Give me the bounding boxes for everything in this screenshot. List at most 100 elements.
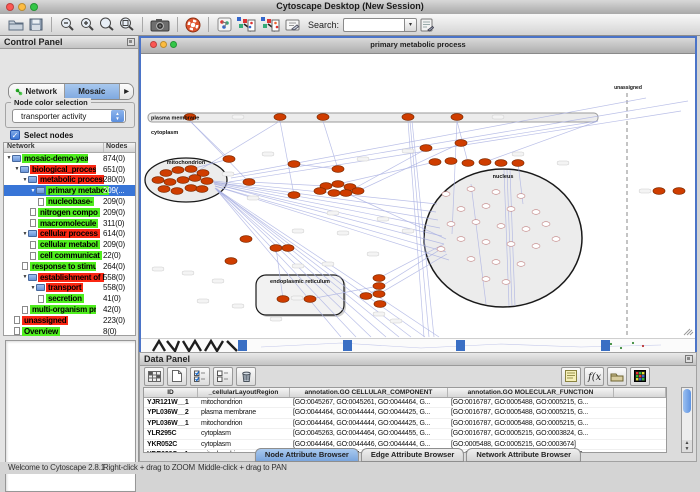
tab-edge-attribute-browser[interactable]: Edge Attribute Browser xyxy=(361,448,464,462)
tree-row-label: unassigned xyxy=(22,316,68,325)
table-row[interactable]: YPL036W__1mitochondrion[GO:0044464, GO:0… xyxy=(144,419,666,429)
snapshot-button[interactable] xyxy=(148,15,172,35)
tree-row[interactable]: ▼cellular process614(0) xyxy=(4,229,135,240)
tab-mosaic[interactable]: Mosaic xyxy=(65,84,121,99)
delete-attribute-button[interactable] xyxy=(236,367,256,386)
cytoscape-desktop: { "window": { "title": "Cytoscape Deskto… xyxy=(0,0,700,474)
tree-row[interactable]: unassigned223(0) xyxy=(4,315,135,326)
svg-text:f(x): f(x) xyxy=(587,372,601,382)
search-input[interactable] xyxy=(343,18,404,32)
scrollbar-thumb[interactable] xyxy=(683,389,691,413)
data-panel-toolbar: f(x) xyxy=(140,365,696,387)
tree-row[interactable]: Overview8(0) xyxy=(4,326,135,337)
toolbar-separator xyxy=(142,17,143,32)
table-cell: [GO:0045267, GO:0045261, GO:0044464, G..… xyxy=(290,398,448,407)
zoom-selected-button[interactable] xyxy=(97,15,117,35)
matrix-button[interactable] xyxy=(630,367,650,386)
scrollbar-arrows[interactable]: ▲▼ xyxy=(682,440,692,452)
tree-row[interactable]: ▼metabolic process280(0) xyxy=(4,175,135,186)
select-nodes-checkbox[interactable]: ✓ xyxy=(10,130,20,140)
tree-column-network[interactable]: Network xyxy=(7,143,35,150)
network-canvas[interactable]: plasma membranecytoplasmmitochondrionnuc… xyxy=(141,54,695,338)
tree-row-label: primary metabol xyxy=(46,186,109,195)
tree-row[interactable]: multi-organism pro 42(0) xyxy=(4,304,135,315)
tree-row[interactable]: cell communicat22(0) xyxy=(4,250,135,261)
tree-row[interactable]: ▼transport558(0) xyxy=(4,283,135,294)
control-panel-title: Control Panel xyxy=(4,37,63,47)
table-row[interactable]: YLR295Ccytoplasm[GO:0045263, GO:0044464,… xyxy=(144,429,666,439)
svg-text:cytoplasm: cytoplasm xyxy=(151,130,178,136)
tree-row[interactable]: response to stimul264(0) xyxy=(4,261,135,272)
tab-network-attribute-browser[interactable]: Network Attribute Browser xyxy=(466,448,581,462)
function-builder-button[interactable]: f(x) xyxy=(584,367,604,386)
tab-network[interactable]: Network xyxy=(9,84,65,99)
attribute-grid-button[interactable] xyxy=(144,367,164,386)
tree-row-count: 42(0) xyxy=(103,305,121,314)
tree-row[interactable]: ▼mosaic-demo-yeast874(0) xyxy=(4,153,135,164)
zoom-out-button[interactable] xyxy=(57,15,77,35)
tree-row[interactable]: secretion41(0) xyxy=(4,293,135,304)
notes-button[interactable] xyxy=(561,367,581,386)
attribute-table-header: ID _cellularLayoutRegion annotation.GO C… xyxy=(144,388,666,398)
tree-row[interactable]: nitrogen compo209(0) xyxy=(4,207,135,218)
tree-row-count: 209(0) xyxy=(103,197,125,206)
folder-icon xyxy=(12,155,21,162)
data-panel-title: Data Panel xyxy=(144,354,190,364)
node-color-dropdown[interactable]: transporter activity ▲▼ xyxy=(12,109,126,123)
column-header-molecular-function[interactable]: annotation.GO MOLECULAR_FUNCTION xyxy=(448,388,614,397)
svg-text:endoplasmic reticulum: endoplasmic reticulum xyxy=(270,279,330,285)
tree-row[interactable]: macromolecule311(0) xyxy=(4,218,135,229)
float-panel-icon[interactable] xyxy=(127,38,135,46)
save-session-button[interactable] xyxy=(26,15,46,35)
tree-row-count: 22(0) xyxy=(103,251,121,260)
layout-apply-button[interactable] xyxy=(258,15,282,35)
window-titlebar: Cytoscape Desktop (New Session) xyxy=(0,0,700,15)
new-attribute-button[interactable] xyxy=(167,367,187,386)
network-graph: plasma membranecytoplasmmitochondrionnuc… xyxy=(141,54,695,338)
float-data-panel-icon[interactable] xyxy=(685,355,693,363)
table-scrollbar[interactable]: ▲▼ xyxy=(681,387,693,453)
table-row[interactable]: YJR121W__1mitochondrion[GO:0045267, GO:0… xyxy=(144,398,666,408)
zoom-fit-button[interactable] xyxy=(117,15,137,35)
tree-row[interactable]: ▼establishment of lo558(0) xyxy=(4,272,135,283)
search-dropdown-arrow[interactable]: ▾ xyxy=(404,18,417,32)
tree-row[interactable]: ▼biological_process651(0) xyxy=(4,164,135,175)
network-tab-icon xyxy=(15,88,23,96)
tree-row[interactable]: nucleobase-209(0) xyxy=(4,196,135,207)
tree-row[interactable]: cellular metabol209(0) xyxy=(4,239,135,250)
document-icon xyxy=(30,241,36,249)
advanced-search-button[interactable] xyxy=(417,15,437,35)
tree-row-count: 874(0) xyxy=(103,154,125,163)
vizmapper-button[interactable] xyxy=(214,15,234,35)
column-header-cellular-component[interactable]: annotation.GO CELLULAR_COMPONENT xyxy=(290,388,448,397)
document-icon xyxy=(22,306,28,314)
document-icon xyxy=(14,327,20,335)
column-header-region[interactable]: _cellularLayoutRegion xyxy=(198,388,290,397)
unselect-attributes-button[interactable] xyxy=(213,367,233,386)
column-header-filler xyxy=(614,388,666,397)
column-header-id[interactable]: ID xyxy=(144,388,198,397)
tree-row-count: 41(0) xyxy=(103,294,121,303)
tree-column-nodes[interactable]: Nodes xyxy=(103,143,127,152)
tab-overflow-arrow[interactable]: ▶ xyxy=(120,84,133,99)
svg-text:plasma membrane: plasma membrane xyxy=(151,116,199,122)
help-button[interactable] xyxy=(183,15,203,35)
background-window-strip xyxy=(141,338,695,352)
folder-icon xyxy=(28,176,37,183)
tab-node-attribute-browser[interactable]: Node Attribute Browser xyxy=(255,448,359,462)
table-cell xyxy=(614,408,666,417)
annotation-button[interactable] xyxy=(282,15,302,35)
table-row[interactable]: YPL036W__2plasma membrane[GO:0044464, GO… xyxy=(144,408,666,418)
zoom-in-button[interactable] xyxy=(77,15,97,35)
tree-row-count: 651(0) xyxy=(103,165,125,174)
table-cell xyxy=(614,398,666,407)
import-attributes-button[interactable] xyxy=(607,367,627,386)
layout-copy-button[interactable] xyxy=(234,15,258,35)
toolbar-separator xyxy=(51,17,52,32)
network-view-titlebar[interactable]: primary metabolic process xyxy=(141,38,695,54)
tree-row-label: multi-organism pro xyxy=(30,305,96,314)
folder-icon xyxy=(36,284,45,291)
select-attributes-button[interactable] xyxy=(190,367,210,386)
tree-row[interactable]: ▼primary metabol209(... xyxy=(4,185,135,196)
open-session-button[interactable] xyxy=(6,15,26,35)
